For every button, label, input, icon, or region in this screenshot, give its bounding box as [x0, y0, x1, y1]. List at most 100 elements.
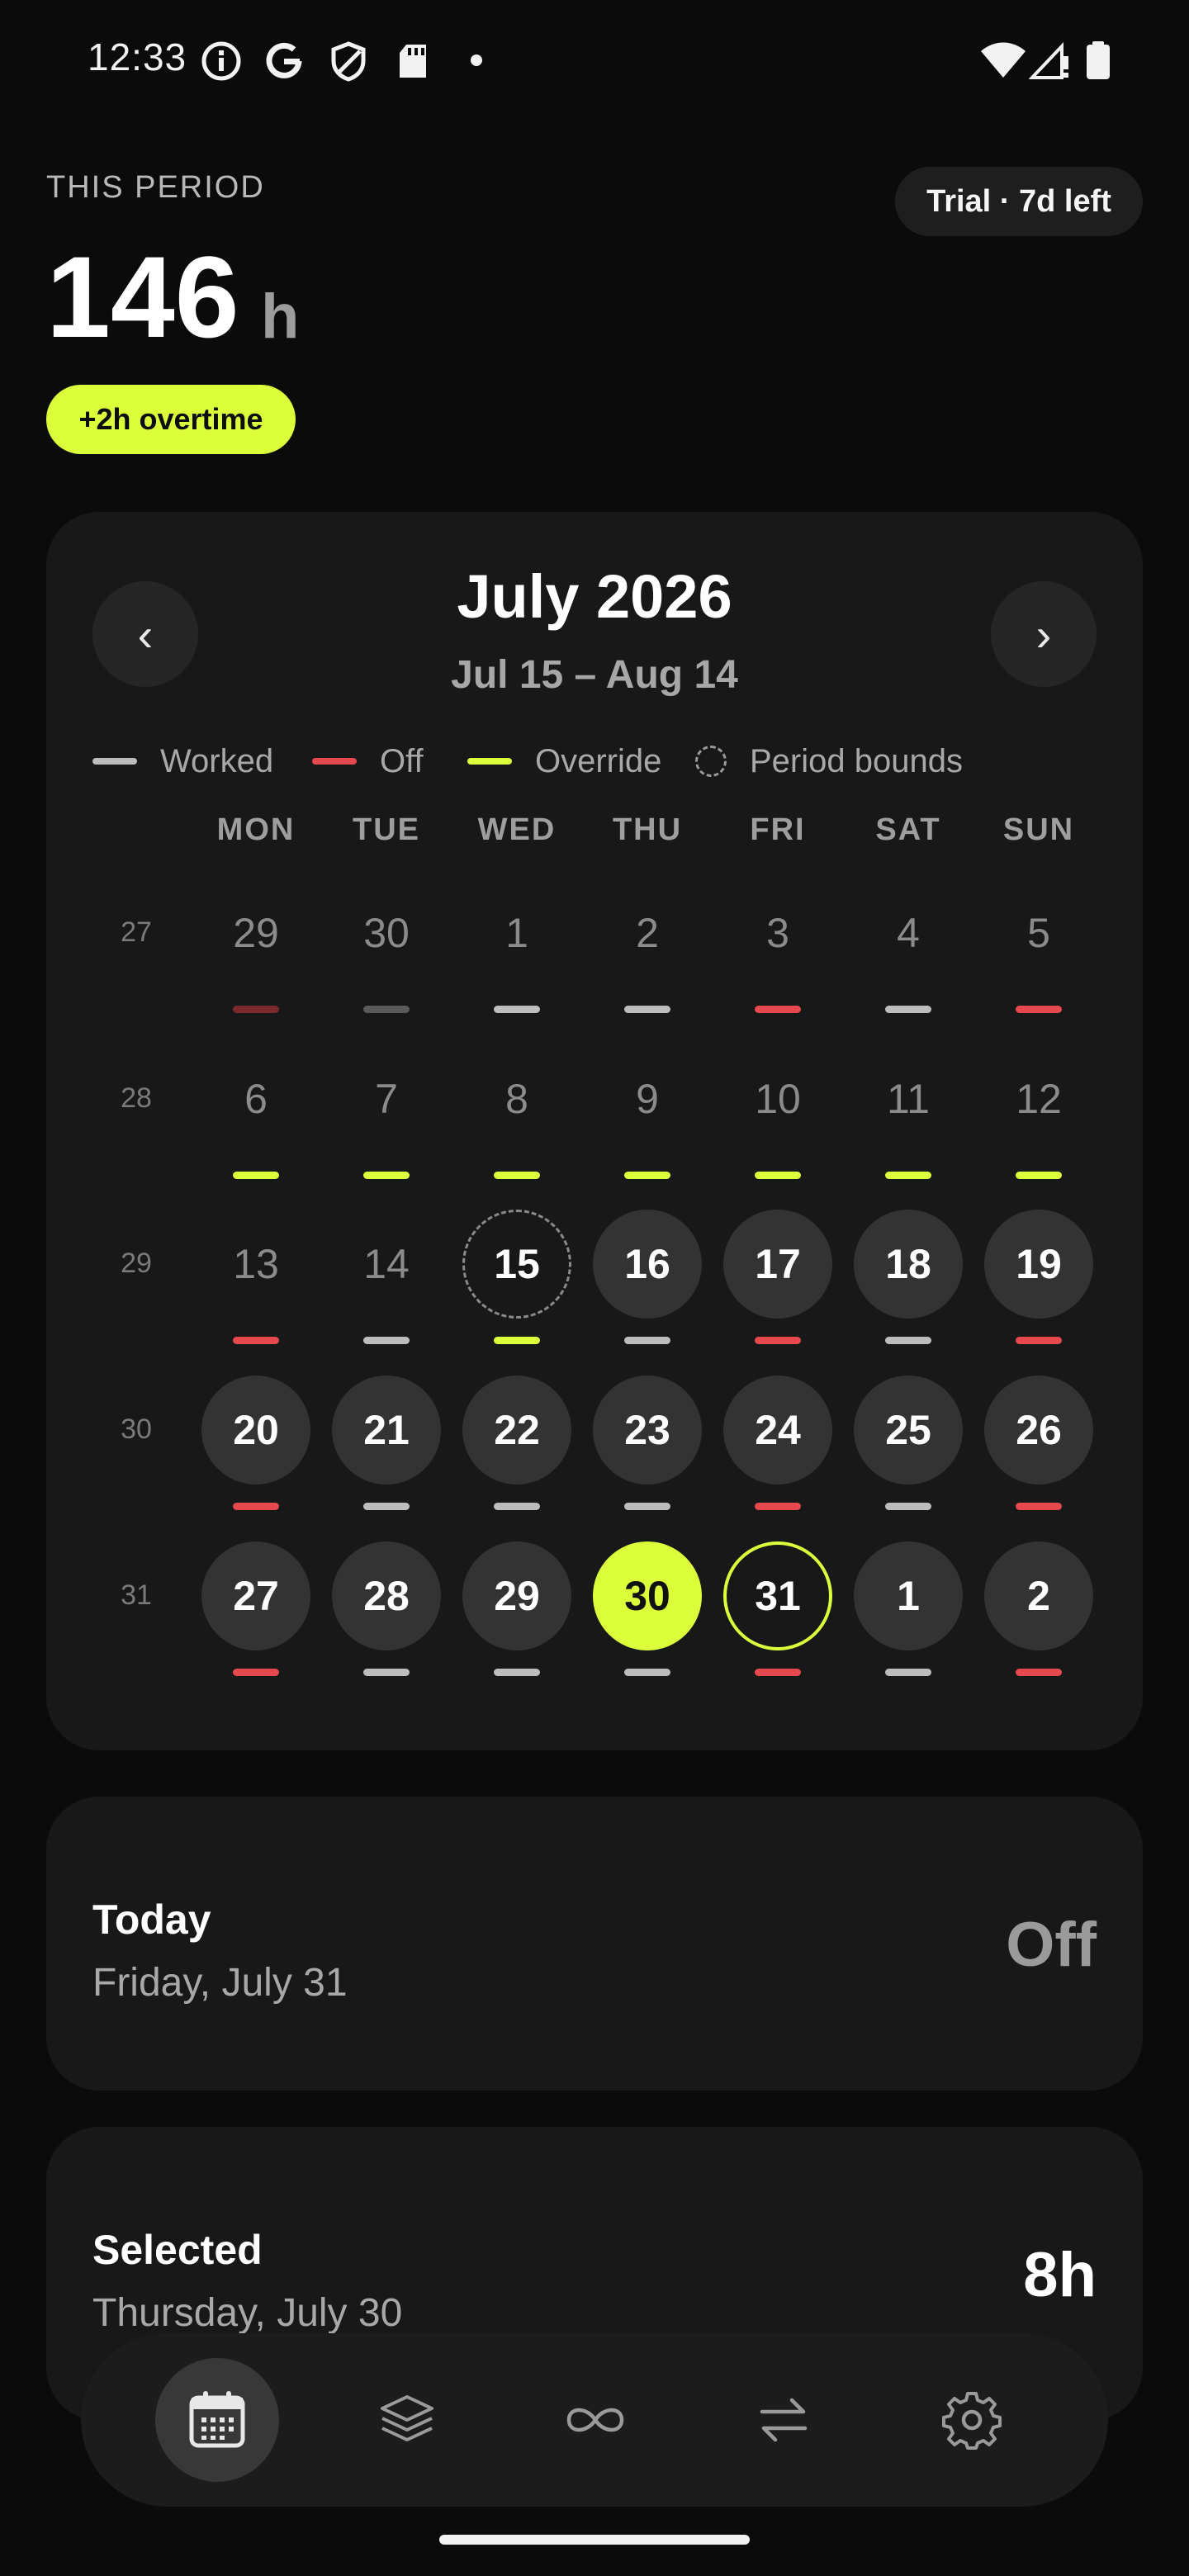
day-cell[interactable]: 23 — [593, 1376, 702, 1485]
legend-label: Period bounds — [750, 742, 963, 779]
period-label: THIS PERIOD — [46, 170, 265, 205]
bottom-navigation — [81, 2333, 1108, 2507]
nav-layers[interactable] — [345, 2358, 469, 2482]
week-number: 31 — [121, 1579, 152, 1611]
day-cell[interactable]: 3 — [723, 878, 832, 987]
day-cell[interactable]: 30 — [332, 878, 441, 987]
day-status-bar — [885, 1337, 931, 1344]
day-cell[interactable]: 7 — [332, 1044, 441, 1153]
legend-off: Off — [312, 740, 424, 783]
day-cell[interactable]: 21 — [332, 1376, 441, 1485]
wifi-icon — [981, 42, 1026, 78]
calendar-icon — [189, 2391, 245, 2448]
weekday-label: FRI — [750, 812, 806, 847]
week-number: 30 — [121, 1413, 152, 1445]
day-cell[interactable]: 6 — [201, 1044, 310, 1153]
overtime-badge: +2h overtime — [46, 385, 296, 454]
day-status-bar — [1016, 1006, 1062, 1013]
day-status-bar — [363, 1503, 410, 1510]
selected-date: Thursday, July 30 — [92, 2291, 403, 2335]
day-cell[interactable]: 13 — [201, 1210, 310, 1319]
day-cell[interactable]: 25 — [854, 1376, 963, 1485]
day-cell[interactable]: 1 — [854, 1541, 963, 1650]
today-date: Friday, July 31 — [92, 1961, 348, 2005]
day-cell[interactable]: 28 — [332, 1541, 441, 1650]
day-cell[interactable]: 8 — [462, 1044, 571, 1153]
day-status-bar — [885, 1172, 931, 1179]
day-status-bar — [494, 1669, 540, 1676]
period-range: Jul 15 – Aug 14 — [451, 653, 738, 697]
day-status-bar — [624, 1172, 670, 1179]
day-status-bar — [624, 1006, 670, 1013]
day-cell[interactable]: 12 — [984, 1044, 1093, 1153]
day-cell[interactable]: 9 — [593, 1044, 702, 1153]
day-cell[interactable]: 4 — [854, 878, 963, 987]
day-status-bar — [755, 1669, 801, 1676]
nav-calendar[interactable] — [155, 2358, 279, 2482]
day-cell[interactable]: 18 — [854, 1210, 963, 1319]
status-bar: 12:33 — [0, 0, 1189, 116]
sd-card-icon — [400, 45, 426, 78]
day-cell[interactable]: 30 — [593, 1541, 702, 1650]
week-number: 27 — [121, 916, 152, 948]
month-title: July 2026 — [457, 562, 732, 631]
cell-signal-icon — [1029, 41, 1068, 79]
legend-label: Override — [535, 742, 662, 779]
swap-arrows-icon — [760, 2398, 808, 2442]
nav-swap[interactable] — [722, 2358, 846, 2482]
gear-icon — [942, 2392, 1002, 2450]
today-card[interactable]: Today Friday, July 31 Off — [46, 1797, 1143, 2091]
day-status-bar — [233, 1503, 279, 1510]
day-status-bar — [363, 1337, 410, 1344]
day-cell[interactable]: 11 — [854, 1044, 963, 1153]
day-status-bar — [624, 1503, 670, 1510]
day-status-bar — [494, 1503, 540, 1510]
day-cell[interactable]: 19 — [984, 1210, 1093, 1319]
day-cell[interactable]: 29 — [462, 1541, 571, 1650]
week-number: 28 — [121, 1082, 152, 1114]
weekday-label: SAT — [875, 812, 941, 847]
day-cell[interactable]: 5 — [984, 878, 1093, 987]
home-indicator[interactable] — [439, 2535, 750, 2545]
day-cell[interactable]: 15 — [462, 1210, 571, 1319]
day-status-bar — [755, 1337, 801, 1344]
day-status-bar — [885, 1669, 931, 1676]
trial-badge[interactable]: Trial · 7d left — [895, 167, 1143, 236]
selected-title: Selected — [92, 2227, 263, 2273]
day-status-bar — [755, 1172, 801, 1179]
day-status-bar — [233, 1669, 279, 1676]
nav-settings[interactable] — [910, 2358, 1034, 2482]
day-cell[interactable]: 10 — [723, 1044, 832, 1153]
day-cell[interactable]: 14 — [332, 1210, 441, 1319]
day-cell[interactable]: 20 — [201, 1376, 310, 1485]
layers-icon — [381, 2395, 433, 2441]
legend-label: Worked — [160, 742, 274, 779]
day-status-bar — [1016, 1337, 1062, 1344]
day-cell[interactable]: 29 — [201, 878, 310, 987]
day-status-bar — [624, 1669, 670, 1676]
day-cell[interactable]: 26 — [984, 1376, 1093, 1485]
legend-worked: Worked — [92, 740, 273, 783]
day-status-bar — [494, 1337, 540, 1344]
day-status-bar — [1016, 1172, 1062, 1179]
day-cell[interactable]: 2 — [593, 878, 702, 987]
today-status: Off — [1006, 1910, 1097, 1980]
day-cell[interactable]: 31 — [723, 1541, 832, 1650]
day-cell[interactable]: 22 — [462, 1376, 571, 1485]
day-status-bar — [363, 1172, 410, 1179]
day-status-bar — [1016, 1669, 1062, 1676]
day-cell[interactable]: 17 — [723, 1210, 832, 1319]
day-cell[interactable]: 24 — [723, 1376, 832, 1485]
day-status-bar — [885, 1503, 931, 1510]
day-status-bar — [233, 1172, 279, 1179]
info-circle-icon — [201, 41, 241, 81]
shield-icon — [331, 41, 366, 82]
day-cell[interactable]: 1 — [462, 878, 571, 987]
infinity-icon — [566, 2408, 624, 2432]
day-cell[interactable]: 16 — [593, 1210, 702, 1319]
off-swatch — [312, 758, 357, 765]
nav-infinity[interactable] — [533, 2358, 657, 2482]
day-cell[interactable]: 27 — [201, 1541, 310, 1650]
legend-override: Override — [467, 740, 661, 783]
day-cell[interactable]: 2 — [984, 1541, 1093, 1650]
